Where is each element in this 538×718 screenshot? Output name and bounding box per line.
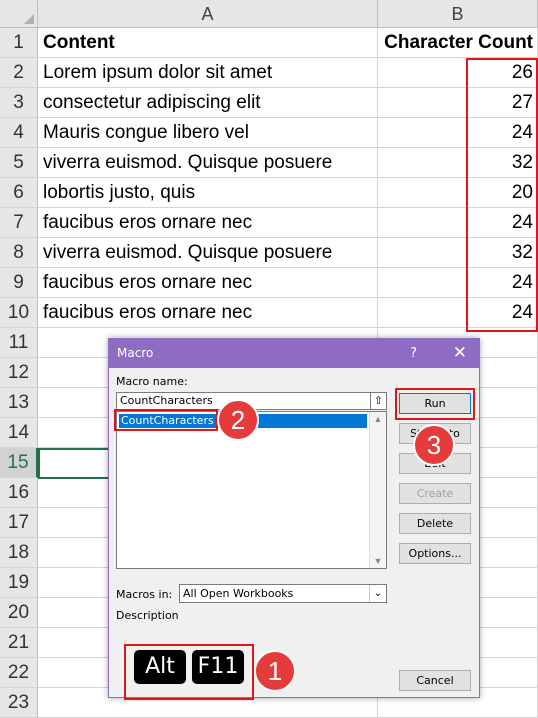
select-all-corner[interactable] (0, 0, 38, 28)
row-header[interactable]: 15 (0, 448, 38, 478)
chevron-down-icon[interactable]: ⌄ (369, 585, 386, 602)
description-label: Description (116, 609, 179, 622)
cell-content[interactable]: lobortis justo, quis (38, 178, 378, 208)
macro-list-scrollbar[interactable]: ▲ ▼ (369, 412, 386, 568)
options-button[interactable]: Options... (399, 543, 471, 564)
character-count-highlight (466, 58, 538, 332)
macros-in-select[interactable]: All Open Workbooks ⌄ (179, 584, 387, 603)
macro-name-label: Macro name: (116, 375, 188, 388)
row-header[interactable]: 16 (0, 478, 38, 508)
delete-button[interactable]: Delete (399, 513, 471, 534)
row-header[interactable]: 21 (0, 628, 38, 658)
column-header-b[interactable]: B (378, 0, 538, 28)
cell-content[interactable]: faucibus eros ornare nec (38, 298, 378, 328)
row-header[interactable]: 17 (0, 508, 38, 538)
step-3-badge: 3 (413, 424, 455, 466)
row-header[interactable]: 14 (0, 418, 38, 448)
scroll-up-icon[interactable]: ▲ (370, 412, 386, 426)
row-header[interactable]: 13 (0, 388, 38, 418)
cancel-button[interactable]: Cancel (399, 670, 471, 691)
row-header[interactable]: 22 (0, 658, 38, 688)
dialog-title: Macro (117, 346, 154, 360)
cell-content[interactable]: viverra euismod. Quisque posuere (38, 148, 378, 178)
row-header[interactable]: 3 (0, 88, 38, 118)
row-header[interactable]: 8 (0, 238, 38, 268)
cell-content[interactable]: consectetur adipiscing elit (38, 88, 378, 118)
row-header[interactable]: 5 (0, 148, 38, 178)
close-icon[interactable]: ✕ (453, 339, 467, 368)
macro-item-highlight (114, 409, 218, 431)
row-header[interactable]: 12 (0, 358, 38, 388)
row-header[interactable]: 20 (0, 598, 38, 628)
row-header[interactable]: 23 (0, 688, 38, 718)
help-icon[interactable]: ? (410, 339, 417, 368)
run-button-highlight (395, 388, 475, 420)
row-header[interactable]: 7 (0, 208, 38, 238)
row-header[interactable]: 11 (0, 328, 38, 358)
row-header[interactable]: 2 (0, 58, 38, 88)
header-cell-content[interactable]: Content (38, 28, 378, 58)
row-header[interactable]: 10 (0, 298, 38, 328)
step-1-badge: 1 (254, 650, 296, 692)
column-header-a[interactable]: A (38, 0, 378, 28)
create-button[interactable]: Create (399, 483, 471, 504)
dialog-title-bar[interactable]: Macro ? ✕ (109, 339, 479, 368)
row-header[interactable]: 6 (0, 178, 38, 208)
macros-in-label: Macros in: (116, 588, 173, 601)
cell-content[interactable]: Lorem ipsum dolor sit amet (38, 58, 378, 88)
row-header[interactable]: 9 (0, 268, 38, 298)
alt-key: Alt (134, 650, 186, 684)
row-header[interactable]: 1 (0, 28, 38, 58)
cell-content[interactable]: viverra euismod. Quisque posuere (38, 238, 378, 268)
row-header[interactable]: 18 (0, 538, 38, 568)
f11-key: F11 (192, 650, 244, 684)
row-header[interactable]: 19 (0, 568, 38, 598)
cell-content[interactable]: Mauris congue libero vel (38, 118, 378, 148)
scroll-down-icon[interactable]: ▼ (370, 554, 386, 568)
macros-in-value: All Open Workbooks (183, 587, 294, 600)
step-2-badge: 2 (217, 399, 259, 441)
cell-content[interactable]: faucibus eros ornare nec (38, 268, 378, 298)
header-cell-character-count[interactable]: Character Count (378, 28, 538, 58)
macro-name-upload-icon[interactable]: ⇧ (370, 392, 387, 410)
row-header[interactable]: 4 (0, 118, 38, 148)
cell-content[interactable]: faucibus eros ornare nec (38, 208, 378, 238)
